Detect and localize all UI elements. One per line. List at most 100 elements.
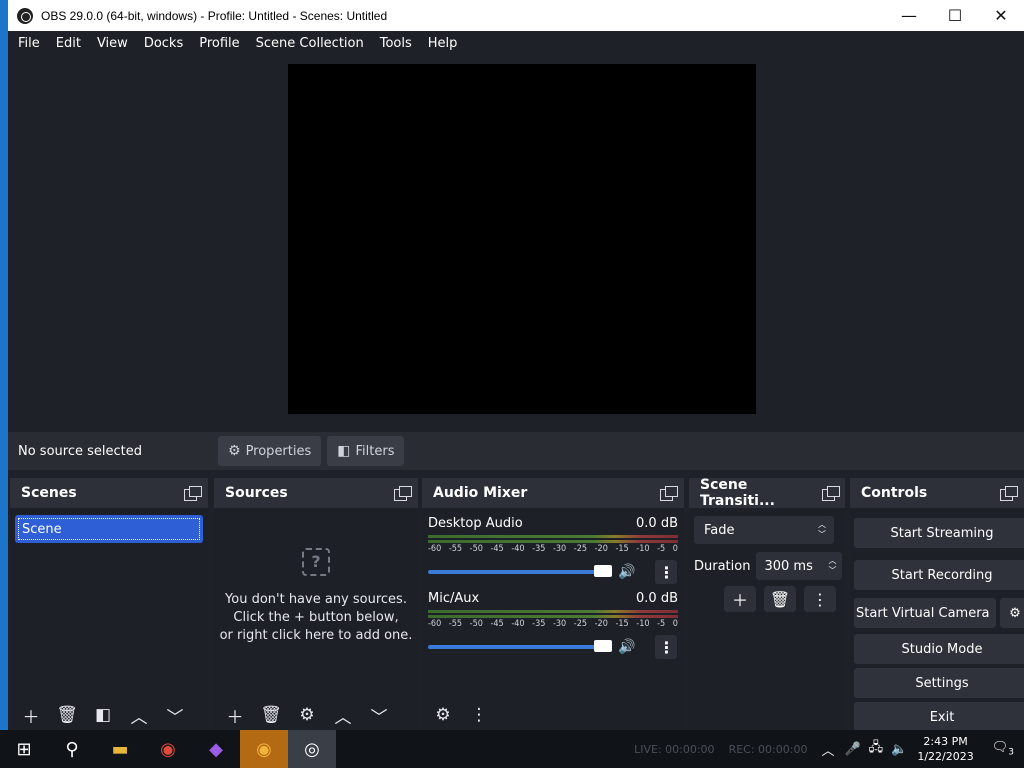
- channel-name: Desktop Audio: [428, 516, 523, 531]
- add-transition-icon[interactable]: ＋: [724, 586, 756, 612]
- scenes-toolbar: ＋ 🗑 ◧ ︿ ﹀: [10, 700, 208, 730]
- audio-mixer-body: Desktop Audio 0.0 dB -60 -55 -50 -45 -40 -35-…: [422, 508, 684, 730]
- notification-count: 3: [1008, 747, 1014, 758]
- more-options-icon[interactable]: ⋮: [655, 560, 678, 584]
- slider-handle[interactable]: [594, 565, 612, 577]
- live-status: LIVE: 00:00:00: [634, 742, 715, 756]
- sources-list[interactable]: ? You don't have any sources. Click the …: [214, 508, 418, 730]
- speaker-icon[interactable]: 🔊: [618, 564, 635, 580]
- gear-icon: ⚙: [228, 443, 241, 459]
- windows-start-icon[interactable]: ⊞: [0, 730, 48, 768]
- rec-status: REC: 00:00:00: [728, 742, 808, 756]
- menu-scene-collection[interactable]: Scene Collection: [248, 36, 372, 51]
- menu-edit[interactable]: Edit: [48, 36, 89, 51]
- advanced-audio-settings-icon[interactable]: ⚙: [428, 702, 458, 728]
- filter-icon: ◧: [337, 443, 351, 459]
- preview-area: [8, 56, 1024, 431]
- add-scene-icon[interactable]: ＋: [16, 702, 46, 728]
- properties-button[interactable]: ⚙ Properties: [218, 436, 322, 466]
- start-streaming-button[interactable]: Start Streaming: [854, 518, 1024, 548]
- remove-transition-icon[interactable]: 🗑: [764, 586, 796, 612]
- search-icon[interactable]: ⚲: [48, 730, 96, 768]
- move-scene-down-icon[interactable]: ﹀: [160, 702, 190, 728]
- network-icon[interactable]: 🖧: [869, 738, 884, 760]
- exit-button[interactable]: Exit: [854, 702, 1024, 730]
- desktop-background: [0, 0, 8, 730]
- transition-selected: Fade: [704, 522, 735, 538]
- virtual-camera-settings-icon[interactable]: ⚙: [1000, 598, 1024, 628]
- maximize-button[interactable]: ☐: [932, 0, 978, 31]
- remove-source-icon[interactable]: 🗑: [256, 702, 286, 728]
- undock-icon[interactable]: [1000, 486, 1018, 501]
- volume-meter: [428, 535, 678, 543]
- virtual-camera-label: Start Virtual Camera: [856, 605, 990, 621]
- move-scene-up-icon[interactable]: ︿: [124, 702, 154, 728]
- microphone-icon[interactable]: 🎤: [844, 742, 860, 757]
- transition-select[interactable]: Fade ︿ ﹀: [694, 516, 834, 544]
- audio-mixer-header: Audio Mixer: [422, 478, 684, 508]
- audio-mixer-dock: Audio Mixer Desktop Audio 0.0 dB -60 -55-…: [422, 478, 684, 730]
- start-virtual-camera-button[interactable]: Start Virtual Camera: [854, 598, 996, 628]
- clock-date: 1/22/2023: [917, 750, 974, 763]
- start-recording-button[interactable]: Start Recording: [854, 560, 1024, 590]
- empty-line-1: You don't have any sources.: [225, 592, 407, 607]
- menu-profile[interactable]: Profile: [191, 36, 247, 51]
- settings-button[interactable]: Settings: [854, 668, 1024, 698]
- scene-filters-icon[interactable]: ◧: [88, 702, 118, 728]
- minimize-button[interactable]: —: [886, 0, 932, 31]
- spin-arrows-icon[interactable]: ︿ ﹀: [828, 556, 836, 576]
- menu-help[interactable]: Help: [420, 36, 466, 51]
- menu-tools[interactable]: Tools: [372, 36, 420, 51]
- duration-spinbox[interactable]: 300 ms ︿ ﹀: [756, 552, 843, 580]
- notifications-icon[interactable]: 🗨3: [992, 740, 1014, 758]
- filters-button[interactable]: ◧ Filters: [327, 436, 405, 466]
- channel-level: 0.0 dB: [636, 516, 678, 531]
- scene-name: Scene: [18, 518, 200, 540]
- file-explorer-icon[interactable]: ▬: [96, 730, 144, 768]
- chrome-icon[interactable]: ◉: [144, 730, 192, 768]
- transitions-title: Scene Transiti...: [700, 477, 775, 509]
- volume-slider[interactable]: [428, 640, 612, 652]
- menu-docks[interactable]: Docks: [136, 36, 191, 51]
- transition-menu-icon[interactable]: ⋮: [804, 586, 836, 612]
- meter-scale: -60 -55 -50 -45 -40 -35 -30 -25 -20 -15 -10 -5 0: [428, 544, 678, 554]
- empty-line-3: or right click here to add one.: [219, 628, 413, 643]
- clock[interactable]: 2:43 PM 1/22/2023: [917, 734, 973, 764]
- undock-icon[interactable]: [184, 486, 202, 501]
- move-source-down-icon[interactable]: ﹀: [364, 702, 394, 728]
- mixer-menu-icon[interactable]: ⋮: [464, 702, 494, 728]
- slider-handle[interactable]: [594, 640, 612, 652]
- title-bar: OBS 29.0.0 (64-bit, windows) - Profile: …: [8, 0, 1024, 31]
- obs-taskbar-icon[interactable]: ◎: [288, 730, 336, 768]
- duration-value: 300 ms: [764, 558, 813, 574]
- preview-canvas[interactable]: [288, 64, 756, 414]
- channel-name: Mic/Aux: [428, 591, 480, 606]
- more-options-icon[interactable]: ⋮: [655, 635, 678, 659]
- move-source-up-icon[interactable]: ︿: [328, 702, 358, 728]
- menu-bar: File Edit View Docks Profile Scene Colle…: [8, 31, 1024, 56]
- volume-slider[interactable]: [428, 565, 612, 577]
- chrome-canary-icon[interactable]: ◉: [240, 730, 288, 768]
- undock-icon[interactable]: [394, 486, 412, 501]
- visual-studio-icon[interactable]: ◆: [192, 730, 240, 768]
- properties-label: Properties: [245, 443, 312, 459]
- undock-icon[interactable]: [821, 486, 841, 501]
- add-source-icon[interactable]: ＋: [220, 702, 250, 728]
- sources-empty-message: ? You don't have any sources. Click the …: [214, 548, 418, 645]
- scenes-dock: Scenes Scene ＋ 🗑 ◧ ︿ ﹀: [10, 478, 208, 730]
- window-title: OBS 29.0.0 (64-bit, windows) - Profile: …: [41, 8, 388, 23]
- source-properties-icon[interactable]: ⚙: [292, 702, 322, 728]
- tray-chevron-icon[interactable]: ︿: [821, 740, 834, 759]
- undock-icon[interactable]: [660, 486, 678, 501]
- menu-file[interactable]: File: [10, 36, 48, 51]
- remove-scene-icon[interactable]: 🗑: [52, 702, 82, 728]
- close-button[interactable]: ✕: [978, 0, 1024, 31]
- studio-mode-button[interactable]: Studio Mode: [854, 634, 1024, 664]
- menu-view[interactable]: View: [89, 36, 136, 51]
- sources-dock: Sources ? You don't have any sources. Cl…: [214, 478, 418, 730]
- volume-icon[interactable]: 🔈: [891, 742, 907, 757]
- scene-list-item[interactable]: Scene: [15, 515, 203, 543]
- scenes-list: Scene ＋ 🗑 ◧ ︿ ﹀: [10, 508, 208, 730]
- empty-line-2: Click the + button below,: [233, 610, 399, 625]
- speaker-icon[interactable]: 🔊: [618, 639, 635, 655]
